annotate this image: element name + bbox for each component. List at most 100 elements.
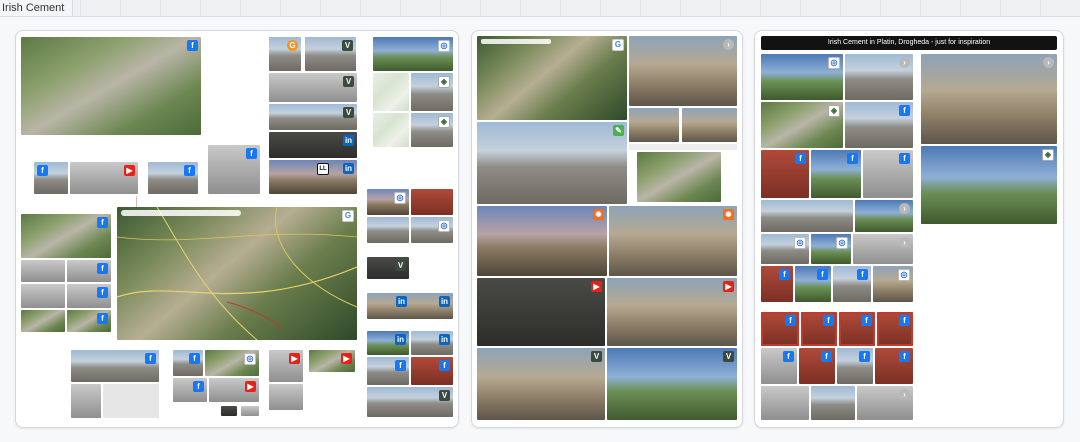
shield-icon: ◈ (438, 116, 450, 128)
image-loaders[interactable]: in in (367, 293, 453, 319)
image-platin-4[interactable]: f (845, 102, 913, 148)
image-plant-11[interactable]: in (367, 331, 409, 355)
image-aerial-2[interactable]: f (21, 214, 111, 258)
image-plant-9[interactable] (367, 217, 409, 243)
linkedin-icon: in (396, 296, 407, 307)
image-plant-6[interactable]: LL in (269, 160, 357, 194)
image-quarry-1[interactable]: › (629, 36, 737, 106)
board-title[interactable]: Irish Cement (0, 0, 74, 16)
image-platin-11[interactable]: ◎ (811, 234, 851, 264)
frame-quarry-collage[interactable]: G › ✎ ✹ ✹ ▶ ▶ V V (471, 30, 743, 428)
image-small-5[interactable]: V (367, 257, 409, 279)
image-plant-12[interactable]: in (411, 331, 453, 355)
image-platin-8[interactable] (761, 200, 853, 232)
image-platin-23[interactable]: f (837, 348, 873, 384)
frame-platin-inspiration[interactable]: Irish Cement in Platin, Drogheda - just … (754, 30, 1064, 428)
image-map-2[interactable] (373, 113, 409, 147)
image-small-3[interactable]: f (148, 162, 198, 194)
image-quarry-3[interactable] (682, 108, 737, 142)
image-plant-13[interactable]: f (367, 357, 409, 385)
image-plant-4[interactable]: V (269, 104, 357, 130)
image-small-4[interactable]: f (208, 145, 260, 194)
image-small-1[interactable]: f (34, 162, 68, 194)
image-quarry-8[interactable]: ▶ (607, 278, 737, 346)
image-platin-9[interactable]: › (855, 200, 913, 232)
image-platin-10[interactable]: ◎ (761, 234, 809, 264)
image-platin-3[interactable]: ◈ (761, 102, 843, 148)
image-site-2[interactable]: ◎ (205, 350, 259, 376)
image-quarry-6[interactable]: ✹ (609, 206, 737, 276)
linkedin-icon: in (439, 334, 450, 345)
image-quarry-9[interactable]: V (477, 348, 605, 420)
image-plant-14[interactable]: f (411, 357, 453, 385)
image-site-1[interactable]: f (173, 350, 203, 376)
image-platin-15[interactable]: f (833, 266, 871, 302)
image-platin-quarry-1[interactable]: › (921, 54, 1057, 144)
image-plant-10[interactable]: ◎ (411, 217, 453, 243)
image-platin-25[interactable] (761, 386, 809, 420)
image-quarry-2[interactable] (629, 108, 679, 142)
image-tank-2[interactable] (269, 384, 303, 410)
image-plant-15[interactable]: V (367, 387, 453, 417)
image-platin-27[interactable]: › (857, 386, 913, 420)
image-quarry-5[interactable]: ✹ (477, 206, 607, 276)
image-aerial-plant[interactable]: f (21, 37, 201, 135)
image-render-1[interactable] (21, 260, 65, 282)
image-platin-6[interactable]: f (811, 150, 861, 198)
image-model[interactable]: ▶ (309, 350, 355, 372)
image-render-6[interactable]: f (67, 310, 111, 332)
image-render-2[interactable]: f (67, 260, 111, 282)
whiteboard-canvas[interactable]: f G V V V in LL in ◎ ◈ ◈ f ▶ f f f f f f… (0, 17, 1080, 442)
image-quarry-4[interactable] (637, 152, 721, 202)
image-plant-8[interactable]: ◈ (411, 113, 453, 147)
image-plant-5[interactable]: in (269, 132, 357, 158)
image-platin-19[interactable]: f (839, 312, 875, 346)
image-small-2[interactable]: ▶ (70, 162, 138, 194)
image-plant-1[interactable]: G (269, 37, 301, 71)
map-toolbar[interactable] (121, 210, 241, 216)
image-plant-7[interactable]: ◈ (411, 73, 453, 111)
image-platin-18[interactable]: f (801, 312, 837, 346)
image-quarry-7[interactable]: ▶ (477, 278, 605, 346)
image-platin-17[interactable]: f (761, 312, 799, 346)
map-search-bar[interactable] (481, 39, 551, 44)
image-platin-21[interactable]: f (761, 348, 797, 384)
image-map-1[interactable] (373, 73, 409, 111)
image-platin-13[interactable]: f (761, 266, 793, 302)
facebook-icon: f (857, 269, 868, 280)
image-google-map[interactable]: G (477, 36, 627, 120)
image-platin-7[interactable]: f (863, 150, 913, 198)
image-cement-tower[interactable]: ✎ (477, 122, 627, 204)
image-render-3[interactable] (21, 284, 65, 308)
image-site-5[interactable] (221, 406, 237, 416)
image-platin-5[interactable]: f (761, 150, 809, 198)
image-plant-3[interactable]: V (269, 73, 357, 102)
image-platin-16[interactable]: ◎ (873, 266, 913, 302)
image-platin-14[interactable]: f (795, 266, 831, 302)
image-site-3[interactable]: f (173, 378, 207, 402)
image-platin-20[interactable]: f (877, 312, 913, 346)
image-site-4[interactable]: ▶ (209, 378, 259, 402)
image-platin-24[interactable]: f (875, 348, 913, 384)
image-platin-quarry-2[interactable]: ◈ (921, 146, 1057, 224)
image-site-6[interactable] (241, 406, 259, 416)
image-machinery-1[interactable] (411, 189, 453, 215)
image-platin-12[interactable]: › (853, 234, 913, 264)
image-quarry-10[interactable]: V (607, 348, 737, 420)
image-platin-26[interactable] (811, 386, 855, 420)
image-render-5[interactable] (21, 310, 65, 332)
lineup-icon: LL (317, 163, 329, 175)
image-platin-22[interactable]: f (799, 348, 835, 384)
image-platin-1[interactable]: ◎ (761, 54, 843, 100)
image-blank[interactable]: V (103, 384, 159, 418)
image-platin-2[interactable]: › (845, 54, 913, 100)
image-aerial-town[interactable]: ◎ (373, 37, 453, 71)
image-render-4[interactable]: f (67, 284, 111, 308)
frame-irish-cement-collage[interactable]: f G V V V in LL in ◎ ◈ ◈ f ▶ f f f f f f… (15, 30, 459, 428)
image-tank[interactable]: ▶ (269, 350, 303, 382)
image-building-1[interactable]: f (71, 350, 159, 382)
image-building-2[interactable] (71, 384, 101, 418)
image-workers[interactable]: ◎ (367, 189, 409, 215)
image-satellite-map[interactable]: G (117, 207, 357, 340)
image-plant-2[interactable]: V (305, 37, 356, 71)
